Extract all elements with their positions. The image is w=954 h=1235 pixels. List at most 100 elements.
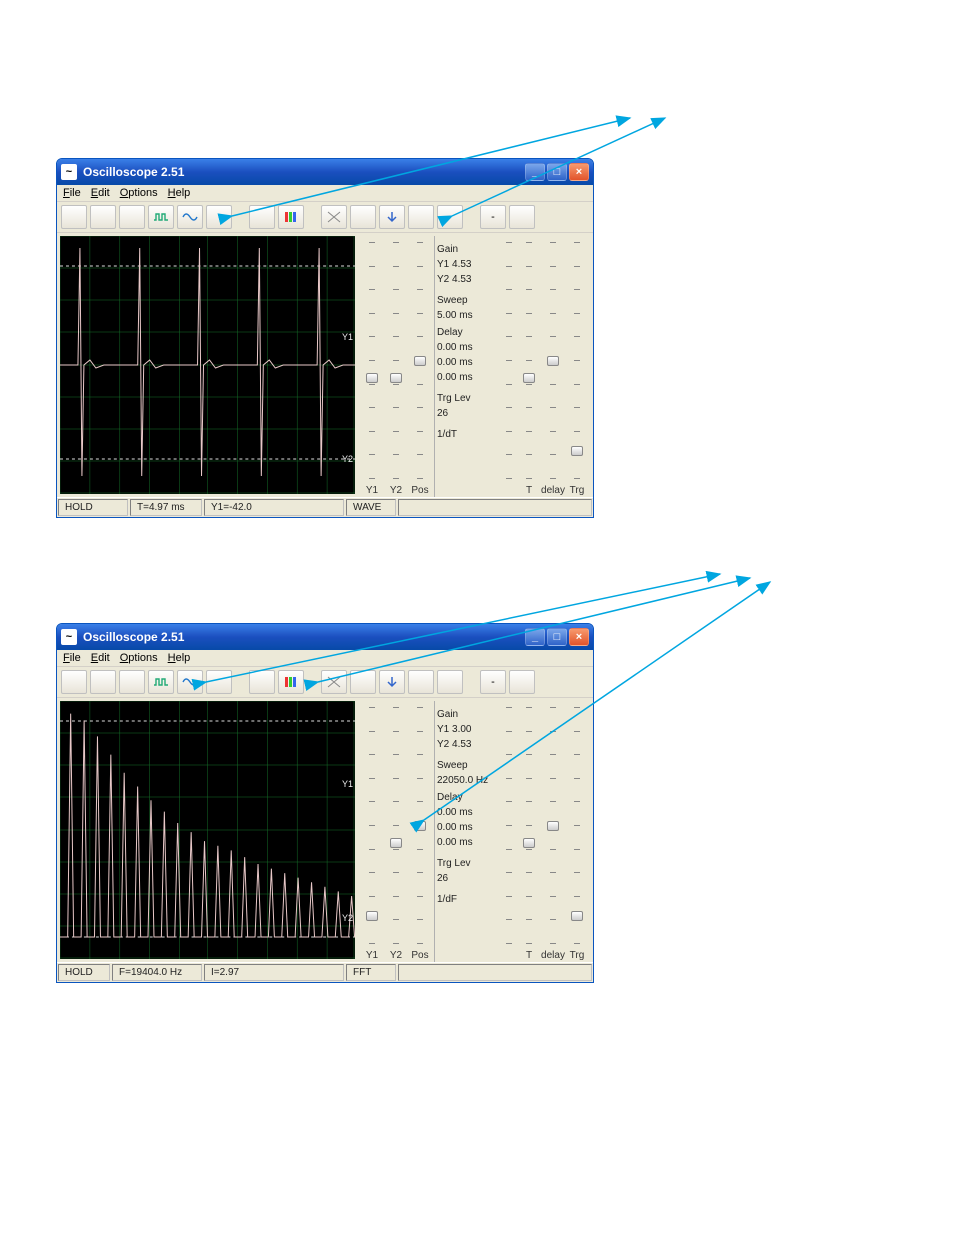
tool-btn-13[interactable] bbox=[437, 670, 463, 694]
slider-trg[interactable]: Trg bbox=[567, 238, 587, 497]
tool-btn-14[interactable]: - bbox=[480, 205, 506, 229]
app-icon: ~ bbox=[61, 164, 77, 180]
toolbar: - bbox=[57, 667, 593, 698]
maximize-button[interactable]: □ bbox=[547, 628, 567, 646]
tool-btn-15[interactable] bbox=[509, 670, 535, 694]
tool-btn-6[interactable] bbox=[206, 205, 232, 229]
statusbar: HOLD T=4.97 ms Y1=-42.0 WAVE bbox=[57, 497, 593, 517]
tool-btn-2[interactable] bbox=[90, 205, 116, 229]
slider-spacer bbox=[503, 703, 515, 962]
slider-label: Y2 bbox=[390, 948, 402, 962]
app-icon: ~ bbox=[61, 629, 77, 645]
tool-btn-down-arrow-icon[interactable] bbox=[379, 205, 405, 229]
trglev-val: 26 bbox=[437, 406, 497, 421]
close-button[interactable]: × bbox=[569, 163, 589, 181]
slider-pos[interactable]: Pos bbox=[410, 703, 430, 962]
slider-y1[interactable]: Y1 bbox=[362, 238, 382, 497]
sweep-val: 22050.0 Hz bbox=[437, 773, 497, 788]
slider-label: Y1 bbox=[366, 483, 378, 497]
slider-trg[interactable]: Trg bbox=[567, 703, 587, 962]
tool-btn-10[interactable] bbox=[350, 670, 376, 694]
slider-t[interactable]: T bbox=[519, 703, 539, 962]
y2-gain: Y2 4.53 bbox=[437, 737, 497, 752]
tool-btn-1[interactable] bbox=[61, 670, 87, 694]
close-button[interactable]: × bbox=[569, 628, 589, 646]
tool-btn-2[interactable] bbox=[90, 670, 116, 694]
menu-file[interactable]: File bbox=[63, 187, 81, 199]
slider-delay[interactable]: delay bbox=[543, 238, 563, 497]
slider-y2[interactable]: Y2 bbox=[386, 238, 406, 497]
invdf: 1/dF bbox=[437, 892, 497, 907]
titlebar[interactable]: ~ Oscilloscope 2.51 _ □ × bbox=[57, 624, 593, 650]
tool-btn-12[interactable] bbox=[408, 670, 434, 694]
slider-label: Trg bbox=[570, 948, 585, 962]
status-mode: WAVE bbox=[346, 499, 396, 516]
tool-btn-squarewave[interactable] bbox=[148, 670, 174, 694]
delay2: 0.00 ms bbox=[437, 820, 497, 835]
tool-btn-10[interactable] bbox=[350, 205, 376, 229]
tool-btn-3[interactable] bbox=[119, 670, 145, 694]
tool-btn-1[interactable] bbox=[61, 205, 87, 229]
menu-help[interactable]: Help bbox=[168, 652, 191, 664]
slider-pos[interactable]: Pos bbox=[410, 238, 430, 497]
toolbar: - bbox=[57, 202, 593, 233]
y2-marker: Y2 bbox=[342, 913, 353, 923]
tool-btn-3[interactable] bbox=[119, 205, 145, 229]
gain-label: Gain bbox=[437, 707, 497, 722]
slider-label: T bbox=[526, 483, 532, 497]
statusbar: HOLD F=19404.0 Hz I=2.97 FFT bbox=[57, 962, 593, 982]
menu-options[interactable]: Options bbox=[120, 652, 158, 664]
titlebar[interactable]: ~ Oscilloscope 2.51 _ □ × bbox=[57, 159, 593, 185]
status-hold: HOLD bbox=[58, 964, 110, 981]
readouts: Gain Y1 4.53 Y2 4.53 Sweep 5.00 ms Delay… bbox=[435, 236, 499, 497]
status-i: I=2.97 bbox=[204, 964, 344, 981]
tool-btn-sine[interactable] bbox=[177, 670, 203, 694]
slider-label: delay bbox=[541, 483, 565, 497]
tool-btn-spectrum-icon[interactable] bbox=[278, 205, 304, 229]
menu-file[interactable]: File bbox=[63, 652, 81, 664]
scope-display[interactable]: Y1 Y2 bbox=[60, 236, 355, 494]
menu-options[interactable]: Options bbox=[120, 187, 158, 199]
tool-btn-down-arrow-icon[interactable] bbox=[379, 670, 405, 694]
tool-btn-15[interactable] bbox=[509, 205, 535, 229]
status-t: T=4.97 ms bbox=[130, 499, 202, 516]
slider-t[interactable]: T bbox=[519, 238, 539, 497]
slider-label: Y2 bbox=[390, 483, 402, 497]
tool-btn-squarewave[interactable] bbox=[148, 205, 174, 229]
status-hold: HOLD bbox=[58, 499, 128, 516]
menubar: File Edit Options Help bbox=[57, 650, 593, 667]
tool-btn-6[interactable] bbox=[206, 670, 232, 694]
menu-edit[interactable]: Edit bbox=[91, 652, 110, 664]
tool-btn-sine[interactable] bbox=[177, 205, 203, 229]
status-mode: FFT bbox=[346, 964, 396, 981]
slider-label: Pos bbox=[411, 483, 428, 497]
tool-btn-xy-icon[interactable] bbox=[321, 670, 347, 694]
invdt: 1/dT bbox=[437, 427, 497, 442]
slider-y2[interactable]: Y2 bbox=[386, 703, 406, 962]
menu-edit[interactable]: Edit bbox=[91, 187, 110, 199]
status-y: Y1=-42.0 bbox=[204, 499, 344, 516]
tool-btn-12[interactable] bbox=[408, 205, 434, 229]
slider-y1[interactable]: Y1 bbox=[362, 703, 382, 962]
slider-delay[interactable]: delay bbox=[543, 703, 563, 962]
delay-label: Delay bbox=[437, 325, 497, 340]
tool-btn-7[interactable] bbox=[249, 670, 275, 694]
tool-btn-xy-icon[interactable] bbox=[321, 205, 347, 229]
tool-btn-7[interactable] bbox=[249, 205, 275, 229]
menu-help[interactable]: Help bbox=[168, 187, 191, 199]
minimize-button[interactable]: _ bbox=[525, 163, 545, 181]
gain-label: Gain bbox=[437, 242, 497, 257]
tool-btn-13[interactable] bbox=[437, 205, 463, 229]
tool-btn-14[interactable]: - bbox=[480, 670, 506, 694]
scope-display[interactable]: Y1 Y2 bbox=[60, 701, 355, 959]
slider-label: T bbox=[526, 948, 532, 962]
sweep-label: Sweep bbox=[437, 293, 497, 308]
status-rest bbox=[398, 964, 592, 981]
delay1: 0.00 ms bbox=[437, 805, 497, 820]
minimize-button[interactable]: _ bbox=[525, 628, 545, 646]
y2-gain: Y2 4.53 bbox=[437, 272, 497, 287]
maximize-button[interactable]: □ bbox=[547, 163, 567, 181]
tool-btn-spectrum-icon[interactable] bbox=[278, 670, 304, 694]
delay3: 0.00 ms bbox=[437, 835, 497, 850]
trglev-label: Trg Lev bbox=[437, 856, 497, 871]
